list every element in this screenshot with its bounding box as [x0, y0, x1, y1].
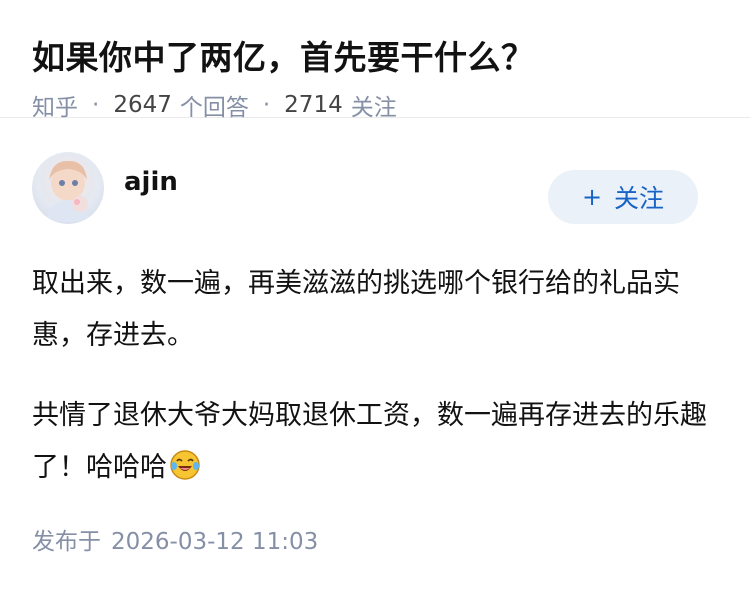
follow-button[interactable]: + 关注 [548, 170, 698, 224]
follow-button-label: 关注 [614, 184, 665, 213]
avatar-illustration [46, 160, 90, 222]
question-title[interactable]: 如果你中了两亿，首先要干什么？ [32, 34, 718, 82]
answer-count: 2647 [113, 92, 172, 118]
answer-card: ajin + 关注 取出来，数一遍，再美滋滋的挑选哪个银行给的礼品实惠，存进去。… [0, 118, 750, 556]
question-meta: 知乎 · 2647 个回答 · 2714 关注 [32, 88, 718, 122]
answer-content: 取出来，数一遍，再美滋滋的挑选哪个银行给的礼品实惠，存进去。 共情了退休大爷大妈… [32, 258, 718, 494]
answer-paragraph-text: 共情了退休大爷大妈取退休工资，数一遍再存进去的乐趣了！哈哈哈 [32, 400, 707, 483]
author-name[interactable]: ajin [124, 167, 178, 197]
author-row: ajin + 关注 [32, 118, 718, 258]
separator-dot: · [92, 92, 100, 118]
published-label: 发布于 [32, 529, 101, 555]
answer-paragraph: 共情了退休大爷大妈取退休工资，数一遍再存进去的乐趣了！哈哈哈 [32, 390, 718, 494]
published-timestamp[interactable]: 2026-03-12 11:03 [111, 529, 318, 555]
avatar[interactable] [32, 152, 104, 224]
follower-count: 2714 [284, 92, 343, 118]
follower-count-label[interactable]: 关注 [351, 88, 397, 122]
answer-paragraph-text: 取出来，数一遍，再美滋滋的挑选哪个银行给的礼品实惠，存进去。 [32, 268, 680, 351]
laughing-tears-emoji-icon [170, 450, 200, 480]
answer-count-label[interactable]: 个回答 [180, 88, 249, 122]
source-label[interactable]: 知乎 [32, 88, 78, 122]
answer-paragraph: 取出来，数一遍，再美滋滋的挑选哪个银行给的礼品实惠，存进去。 [32, 258, 718, 362]
separator-dot: · [262, 92, 271, 118]
plus-icon: + [581, 183, 603, 211]
question-header: 如果你中了两亿，首先要干什么？ 知乎 · 2647 个回答 · 2714 关注 [0, 0, 750, 121]
publish-time: 发布于 2026-03-12 11:03 [32, 522, 718, 556]
